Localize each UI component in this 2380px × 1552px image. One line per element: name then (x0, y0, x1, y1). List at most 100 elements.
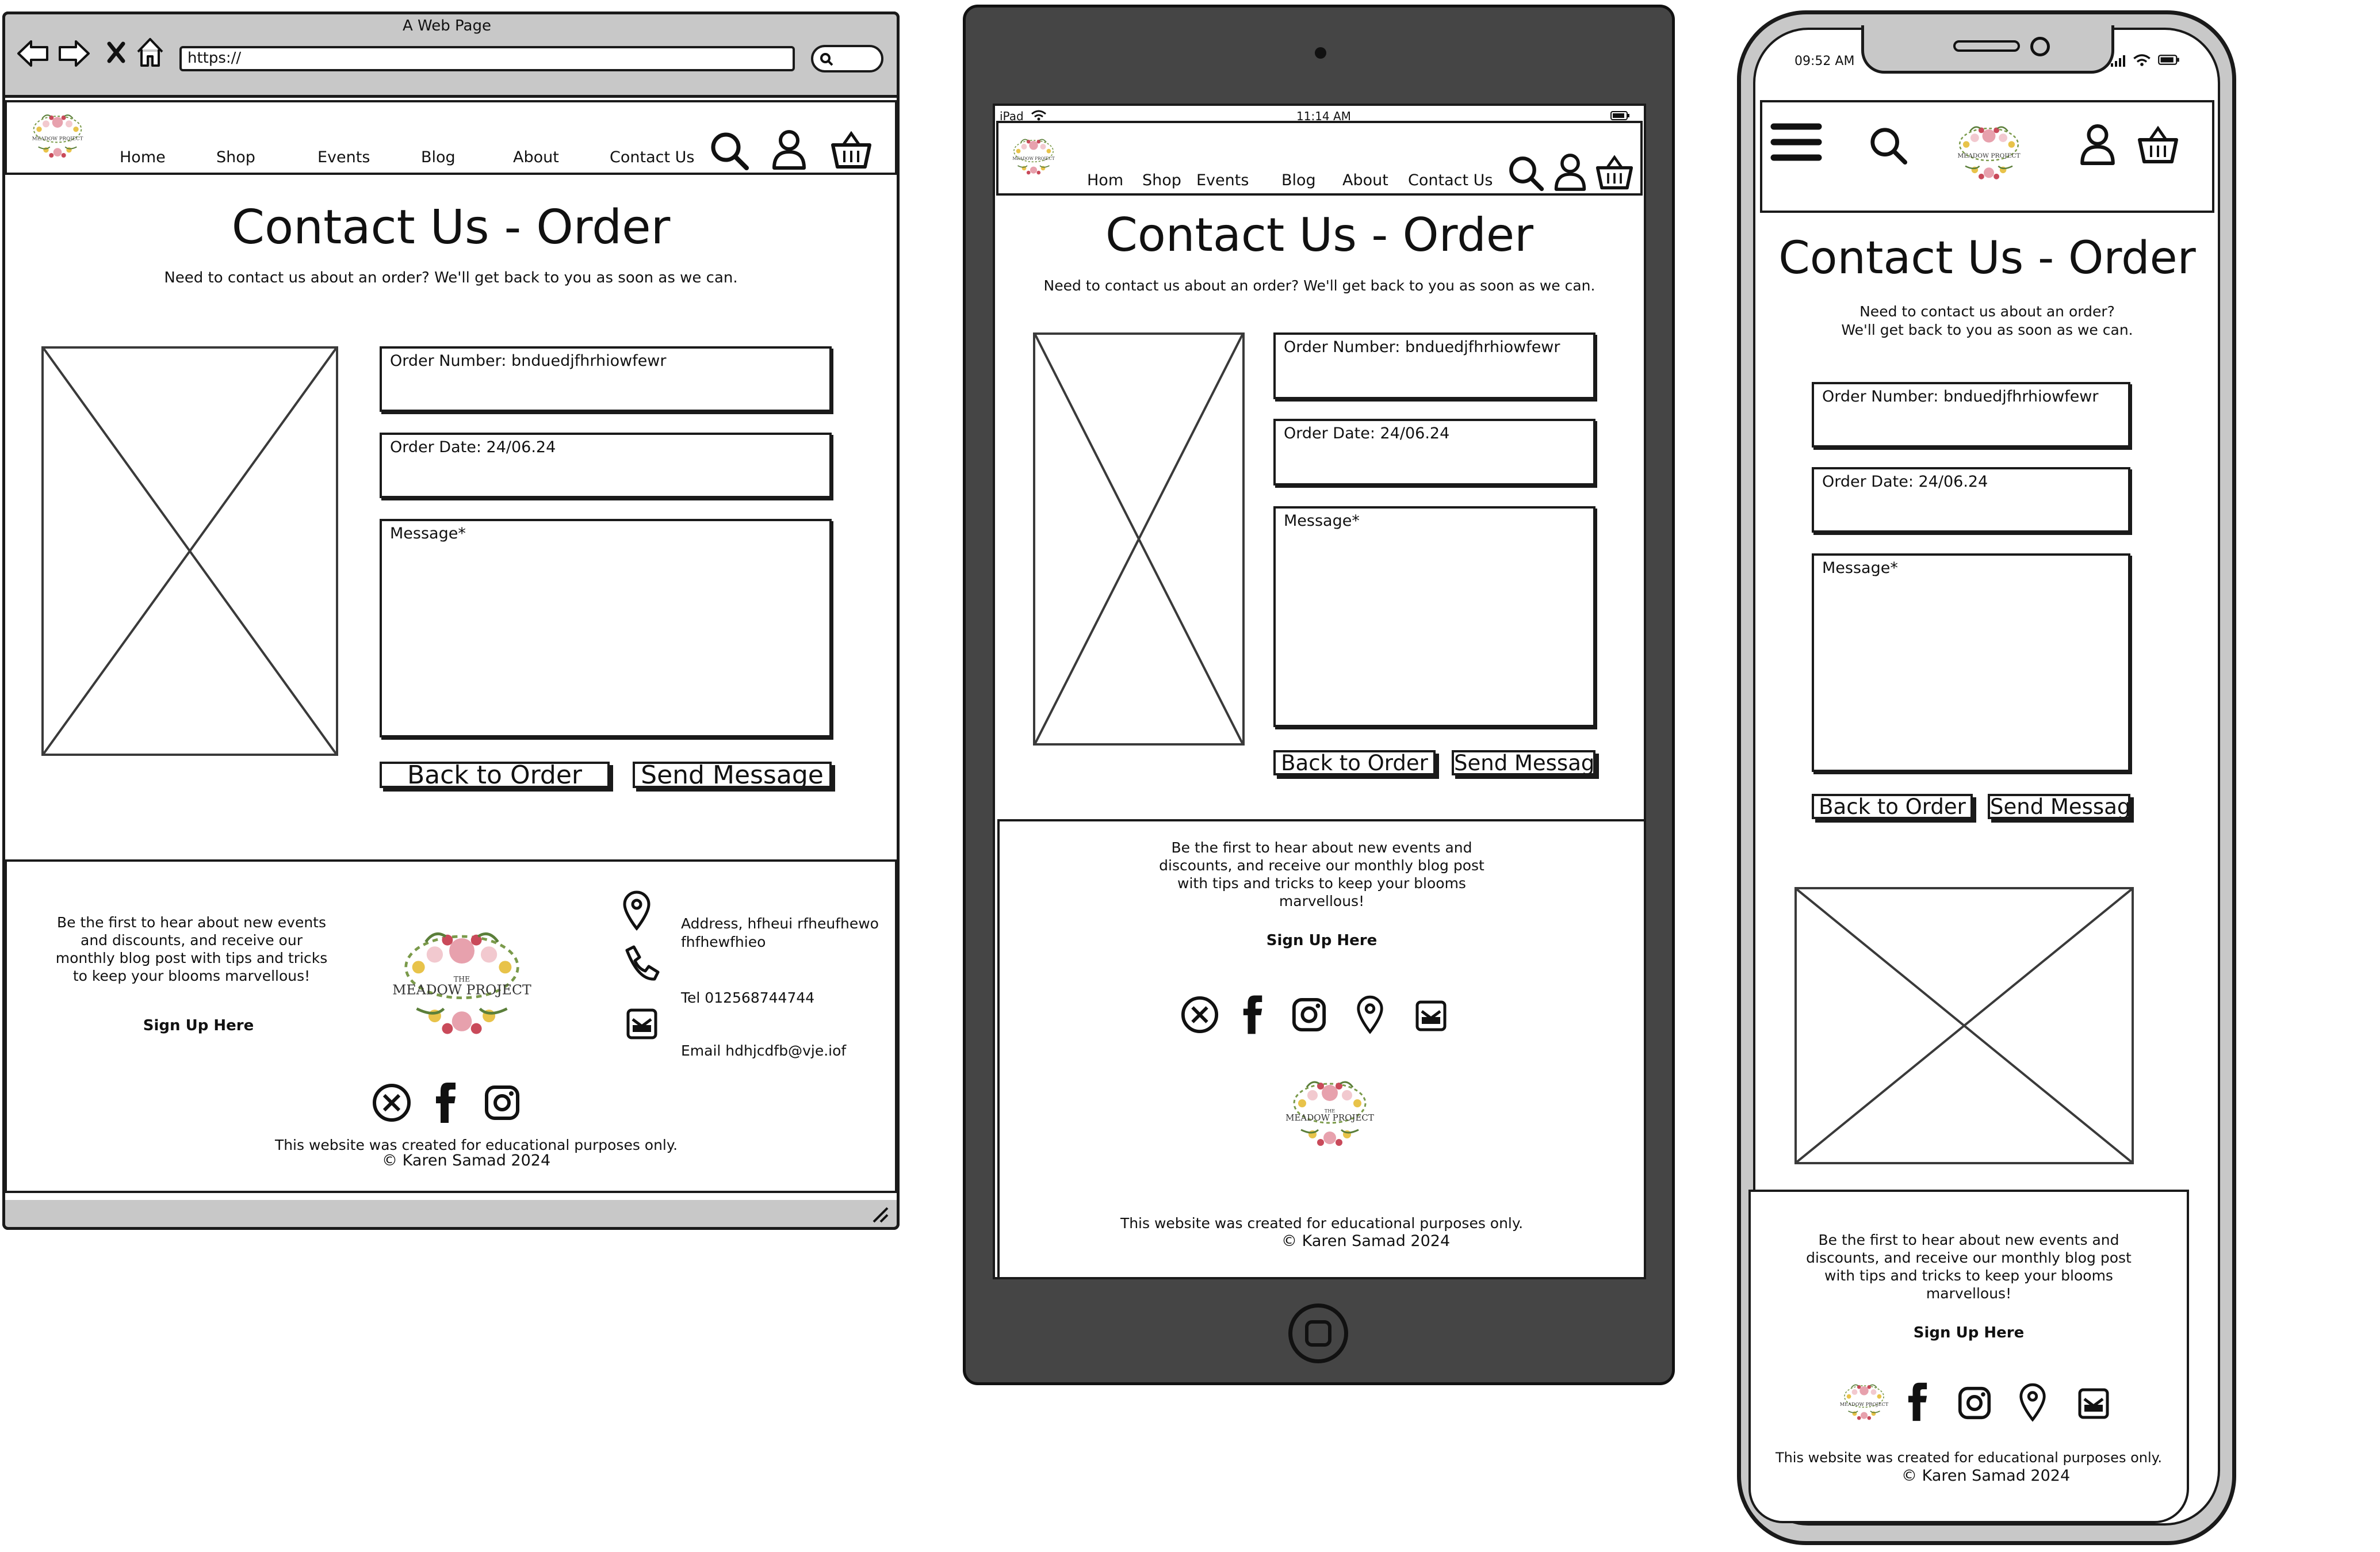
nav-home[interactable]: Hom (1087, 171, 1123, 189)
order-number-field[interactable]: Order Number: bnduedjfhrhiowfewr (1812, 382, 2130, 448)
copyright-icon: © (382, 1152, 397, 1169)
message-field[interactable]: Message* (1273, 506, 1595, 727)
image-placeholder (1794, 887, 2134, 1164)
order-number-field[interactable]: Order Number: bnduedjfhrhiowfewr (380, 346, 832, 412)
phone-speaker (1953, 40, 2020, 52)
page-subtitle: Need to contact us about an order? We'll… (1043, 277, 1595, 294)
send-message-button[interactable]: Send Message (633, 762, 832, 788)
message-field[interactable]: Message* (1812, 553, 2130, 772)
svg-text:MEADOW PROJECT: MEADOW PROJECT (1957, 152, 2020, 159)
footer-copyright: © Karen Samad 2024 (1901, 1467, 2071, 1485)
image-placeholder (1033, 332, 1245, 746)
search-icon[interactable] (1507, 154, 1545, 192)
order-date-field[interactable]: Order Date: 24/06.24 (1273, 419, 1595, 486)
search-icon[interactable] (1868, 125, 1908, 166)
instagram-icon[interactable] (1958, 1386, 1991, 1420)
facebook-icon[interactable] (1906, 1381, 1930, 1422)
account-icon[interactable] (771, 129, 808, 170)
instagram-icon[interactable] (484, 1085, 520, 1121)
home-icon[interactable] (136, 37, 164, 68)
signal-icon (2110, 54, 2128, 67)
footer-disclaimer: This website was created for educational… (274, 1137, 678, 1153)
order-date-field[interactable]: Order Date: 24/06.24 (380, 433, 832, 498)
footer-email: Email hdhjcdfb@vje.iof (681, 1042, 847, 1059)
nav-shop[interactable]: Shop (216, 148, 255, 166)
resize-handle-icon[interactable] (869, 1203, 890, 1224)
page-title: Contact Us - Order (1778, 232, 2196, 284)
message-field[interactable]: Message* (380, 519, 832, 737)
location-pin-icon (621, 890, 652, 931)
battery-icon (1610, 110, 1630, 121)
tablet-logo[interactable]: MEADOW PROJECT (1002, 128, 1065, 185)
nav-events[interactable]: Events (317, 148, 370, 166)
email-icon[interactable] (2077, 1387, 2110, 1420)
svg-text:MEADOW PROJECT: MEADOW PROJECT (392, 981, 531, 997)
account-icon[interactable] (2079, 123, 2117, 166)
search-icon[interactable] (709, 130, 750, 171)
address-bar[interactable]: https:// (179, 46, 795, 71)
mobile-logo[interactable]: MEADOW PROJECT (1942, 115, 2036, 190)
page-title: Contact Us - Order (231, 200, 671, 255)
browser-window-title: A Web Page (403, 17, 491, 35)
account-icon[interactable] (1553, 152, 1587, 192)
nav-events[interactable]: Events (1196, 171, 1249, 189)
nav-about[interactable]: About (1342, 171, 1388, 189)
nav-contact[interactable]: Contact Us (1408, 171, 1493, 189)
footer-newsletter-text: Be the first to hear about new events an… (55, 914, 328, 984)
back-to-order-button[interactable]: Back to Order (1812, 794, 1973, 819)
instagram-icon[interactable] (1292, 997, 1326, 1032)
footer-copyright: © Karen Samad 2024 (382, 1152, 551, 1169)
stop-icon[interactable] (106, 40, 127, 64)
signup-link[interactable]: Sign Up Here (1748, 1324, 2189, 1341)
back-arrow-icon[interactable] (16, 39, 49, 68)
nav-shop[interactable]: Shop (1142, 171, 1181, 189)
nav-blog[interactable]: Blog (421, 148, 456, 166)
site-logo[interactable]: MEADOW PROJECT (17, 107, 98, 165)
basket-icon[interactable] (2137, 123, 2179, 166)
svg-text:MEADOW PROJECT: MEADOW PROJECT (1012, 156, 1054, 161)
back-to-order-button[interactable]: Back to Order (380, 762, 610, 788)
hamburger-menu-icon[interactable] (1770, 121, 1822, 163)
footer-address: Address, hfheui rfheufhewo fhfhewfhieo (681, 915, 879, 950)
browser-status-bar (2, 1200, 900, 1230)
nav-blog[interactable]: Blog (1281, 171, 1316, 189)
email-icon (626, 1008, 658, 1040)
nav-contact[interactable]: Contact Us (610, 148, 694, 166)
order-date-field[interactable]: Order Date: 24/06.24 (1812, 467, 2130, 533)
facebook-icon[interactable] (434, 1080, 459, 1124)
tablet-home-button[interactable] (1288, 1303, 1348, 1363)
browser-search-box[interactable] (811, 45, 883, 72)
back-to-order-button[interactable]: Back to Order (1273, 750, 1436, 775)
email-icon[interactable] (1415, 1000, 1447, 1032)
phone-icon (622, 945, 660, 983)
search-icon (819, 52, 834, 67)
footer-tel: Tel 012568744744 (681, 989, 815, 1006)
forward-arrow-icon[interactable] (58, 39, 91, 68)
location-pin-icon[interactable] (2018, 1383, 2048, 1422)
footer-newsletter-text: Be the first to hear about new events an… (1806, 1232, 2132, 1302)
image-placeholder (41, 346, 338, 756)
basket-icon[interactable] (1595, 152, 1633, 192)
signup-link[interactable]: Sign Up Here (997, 932, 1646, 949)
x-twitter-icon[interactable] (372, 1083, 412, 1123)
copyright-icon: © (1281, 1232, 1297, 1250)
footer-logo: MEADOW PROJECT (1832, 1376, 1896, 1428)
facebook-icon[interactable] (1241, 993, 1265, 1035)
nav-about[interactable]: About (513, 148, 559, 166)
svg-text:MEADOW PROJECT: MEADOW PROJECT (32, 136, 83, 142)
footer-logo: THE MEADOW PROJECT (372, 909, 552, 1056)
basket-icon[interactable] (831, 129, 872, 170)
svg-text:MEADOW PROJECT: MEADOW PROJECT (1285, 1113, 1374, 1123)
address-text: https:// (188, 49, 242, 67)
send-message-button[interactable]: Send Messag (1988, 794, 2130, 819)
svg-text:MEADOW PROJECT: MEADOW PROJECT (1840, 1401, 1889, 1407)
x-twitter-icon[interactable] (1180, 995, 1219, 1034)
phone-status-time: 09:52 AM (1794, 54, 1855, 68)
send-message-button[interactable]: Send Messag (1452, 750, 1595, 775)
wifi-icon (2133, 53, 2151, 67)
signup-link[interactable]: Sign Up Here (52, 1017, 345, 1034)
order-number-field[interactable]: Order Number: bnduedjfhrhiowfewr (1273, 332, 1595, 399)
page-subtitle: Need to contact us about an order? We'll… (1841, 303, 2133, 338)
nav-home[interactable]: Home (120, 148, 166, 166)
location-pin-icon[interactable] (1355, 995, 1385, 1034)
